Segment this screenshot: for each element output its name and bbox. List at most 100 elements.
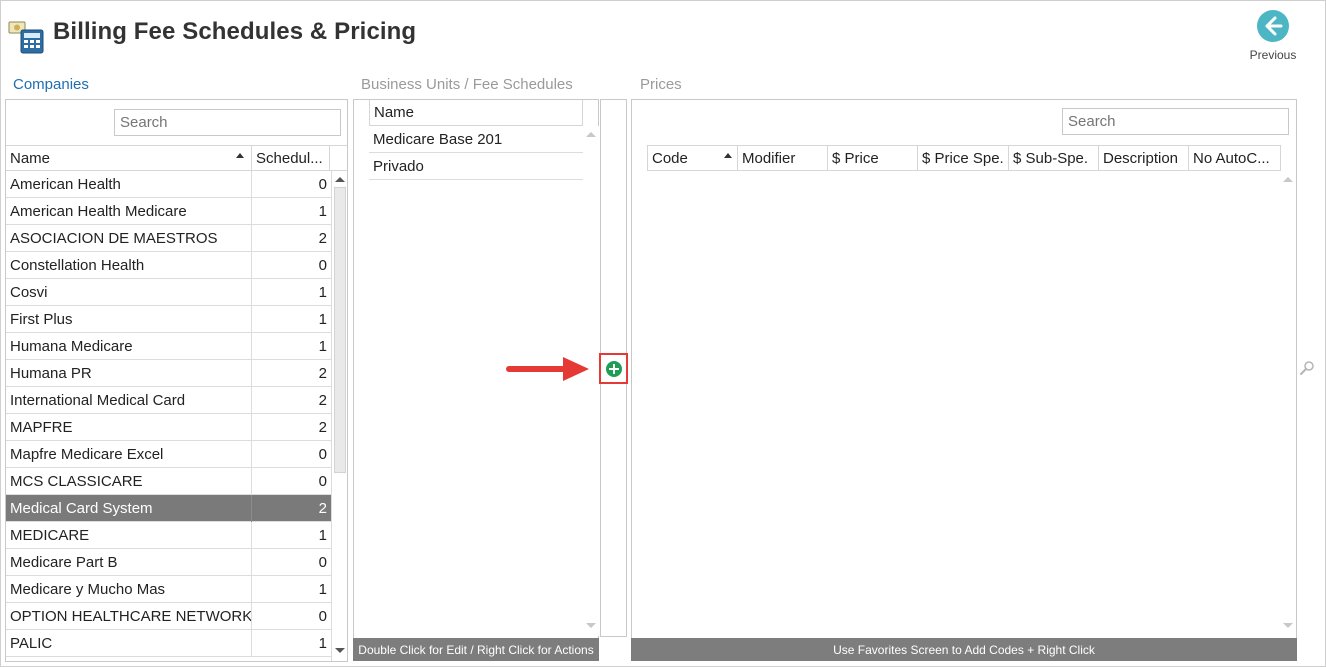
previous-button[interactable]: Previous xyxy=(1246,8,1300,62)
schedule-count: 0 xyxy=(318,257,327,274)
scroll-down-icon[interactable] xyxy=(586,623,596,628)
prices-col-price[interactable]: $ Price xyxy=(828,146,918,171)
prices-footer-hint: Use Favorites Screen to Add Codes + Righ… xyxy=(631,638,1297,661)
table-row[interactable]: American Health 0 xyxy=(6,171,331,198)
company-name: Humana PR xyxy=(10,365,92,382)
company-name: MEDICARE xyxy=(10,527,90,544)
table-row[interactable]: Constellation Health 0 xyxy=(6,252,331,279)
prices-col-modifier[interactable]: Modifier xyxy=(738,146,828,171)
prices-section-label: Prices xyxy=(640,76,682,93)
company-name: Humana Medicare xyxy=(10,338,133,355)
scroll-up-icon[interactable] xyxy=(586,132,596,137)
cell-divider xyxy=(251,549,252,576)
sort-ascending-icon xyxy=(236,153,244,158)
schedule-count: 1 xyxy=(318,527,327,544)
schedule-count: 1 xyxy=(318,203,327,220)
cell-divider xyxy=(251,630,252,657)
table-row[interactable]: MCS CLASSICARE 0 xyxy=(6,468,331,495)
table-row[interactable]: Medicare Part B 0 xyxy=(6,549,331,576)
table-row[interactable]: MAPFRE 2 xyxy=(6,414,331,441)
plus-circle-icon xyxy=(606,361,622,377)
company-name: First Plus xyxy=(10,311,73,328)
scroll-down-icon[interactable] xyxy=(1283,623,1293,628)
companies-list: American Health 0 American Health Medicare… xyxy=(6,171,331,657)
table-row[interactable]: Humana PR 2 xyxy=(6,360,331,387)
cell-divider xyxy=(251,522,252,549)
magnifier-icon[interactable] xyxy=(1299,360,1315,376)
schedule-count: 1 xyxy=(318,284,327,301)
company-name: Medicare Part B xyxy=(10,554,118,571)
table-row[interactable]: Mapfre Medicare Excel 0 xyxy=(6,441,331,468)
schedule-count: 2 xyxy=(318,230,327,247)
cell-divider xyxy=(251,495,252,522)
bu-col-name-label: Name xyxy=(374,104,415,121)
companies-section-label[interactable]: Companies xyxy=(13,76,89,93)
schedule-count: 1 xyxy=(318,635,327,652)
table-row[interactable]: First Plus 1 xyxy=(6,306,331,333)
schedule-count: 0 xyxy=(318,176,327,193)
schedule-count: 0 xyxy=(318,473,327,490)
cell-divider xyxy=(251,414,252,441)
schedule-count: 0 xyxy=(318,446,327,463)
cell-divider xyxy=(251,387,252,414)
previous-label: Previous xyxy=(1249,48,1297,62)
company-name: MCS CLASSICARE xyxy=(10,473,143,490)
table-row[interactable]: Humana Medicare 1 xyxy=(6,333,331,360)
table-row[interactable]: Medical Card System 2 xyxy=(6,495,331,522)
add-fee-schedule-button[interactable] xyxy=(599,353,628,384)
bu-col-name[interactable]: Name xyxy=(369,100,583,125)
company-name: Medicare y Mucho Mas xyxy=(10,581,166,598)
prices-panel: Code Modifier $ Price $ Price Spe. $ Sub… xyxy=(631,99,1297,660)
prices-col-code[interactable]: Code xyxy=(647,146,738,171)
scroll-up-icon[interactable] xyxy=(1283,177,1293,182)
cell-divider xyxy=(251,333,252,360)
page-title: Billing Fee Schedules & Pricing xyxy=(53,18,417,45)
companies-col-name[interactable]: Name xyxy=(6,146,252,171)
prices-col-price-special[interactable]: $ Price Spe. xyxy=(918,146,1009,171)
company-name: American Health Medicare xyxy=(10,203,187,220)
cell-divider xyxy=(251,360,252,387)
cell-divider xyxy=(251,279,252,306)
prices-search-input[interactable] xyxy=(1062,108,1289,135)
company-name: American Health xyxy=(10,176,121,193)
scroll-up-icon[interactable] xyxy=(335,177,345,182)
scroll-thumb[interactable] xyxy=(334,187,346,473)
cell-divider xyxy=(251,306,252,333)
prices-col-no-autocode[interactable]: No AutoC... xyxy=(1189,146,1281,171)
table-row[interactable]: Medicare y Mucho Mas 1 xyxy=(6,576,331,603)
cell-divider xyxy=(251,603,252,630)
company-name: International Medical Card xyxy=(10,392,186,409)
company-name: Constellation Health xyxy=(10,257,145,274)
list-item[interactable]: Privado xyxy=(369,153,583,180)
table-row[interactable]: PALIC 1 xyxy=(6,630,331,657)
scroll-down-icon[interactable] xyxy=(335,648,345,653)
table-row[interactable]: Cosvi 1 xyxy=(6,279,331,306)
list-item[interactable]: Medicare Base 201 xyxy=(369,126,583,153)
schedule-count: 2 xyxy=(318,419,327,436)
company-name: ASOCIACION DE MAESTROS xyxy=(10,230,218,247)
business-units-section-label: Business Units / Fee Schedules xyxy=(361,76,573,93)
companies-search-input[interactable] xyxy=(114,109,341,136)
table-row[interactable]: International Medical Card 2 xyxy=(6,387,331,414)
companies-col-schedules[interactable]: Schedul... xyxy=(252,146,330,171)
arrow-left-circle-icon xyxy=(1257,10,1289,42)
prices-col-description[interactable]: Description xyxy=(1099,146,1189,171)
cell-divider xyxy=(251,441,252,468)
table-row[interactable]: MEDICARE 1 xyxy=(6,522,331,549)
companies-scrollbar[interactable] xyxy=(331,171,347,661)
table-row[interactable]: OPTION HEALTHCARE NETWORK 0 xyxy=(6,603,331,630)
schedule-count: 2 xyxy=(318,500,327,517)
schedule-count: 2 xyxy=(318,392,327,409)
table-row[interactable]: American Health Medicare 1 xyxy=(6,198,331,225)
bu-list: Medicare Base 201 Privado xyxy=(369,126,583,180)
companies-col-name-label: Name xyxy=(10,150,51,167)
prices-scrollbar[interactable] xyxy=(1280,171,1296,635)
schedule-count: 1 xyxy=(318,338,327,355)
cell-divider xyxy=(251,252,252,279)
company-name: Medical Card System xyxy=(10,500,153,517)
table-row[interactable]: ASOCIACION DE MAESTROS 2 xyxy=(6,225,331,252)
prices-col-sub-special[interactable]: $ Sub-Spe. xyxy=(1009,146,1099,171)
schedule-count: 1 xyxy=(318,311,327,328)
schedule-count: 0 xyxy=(318,608,327,625)
cell-divider xyxy=(251,225,252,252)
